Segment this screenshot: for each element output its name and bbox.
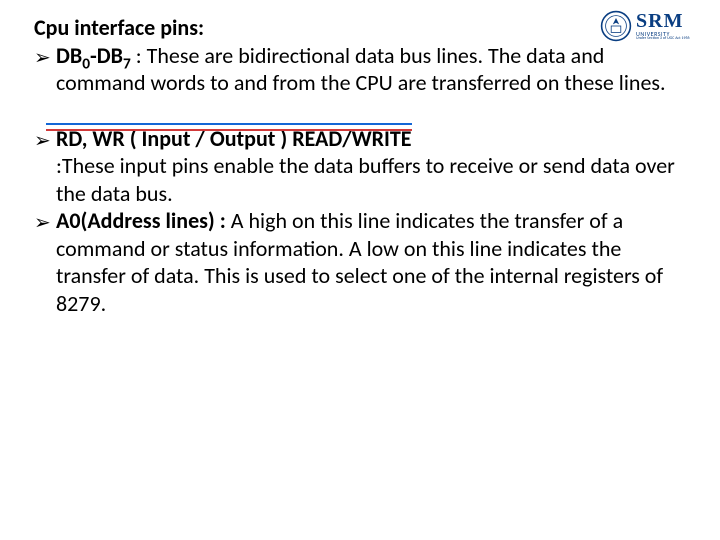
slide: SRM UNIVERSITY Under Section 3 of UGC Ac… bbox=[0, 0, 720, 540]
bullet-arrow-icon bbox=[34, 125, 56, 208]
bullet-rdwr: RD, WR ( Input / Output ) READ/WRITE :Th… bbox=[34, 125, 690, 208]
db-label: DB0-DB7 bbox=[56, 42, 136, 69]
bullet-db-body: DB0-DB7 : These are bidirectional data b… bbox=[56, 42, 690, 97]
rdwr-text: :These input pins enable the data buffer… bbox=[56, 152, 675, 207]
a0-label: A0(Address lines) : bbox=[56, 207, 231, 234]
bullet-arrow-icon bbox=[34, 207, 56, 317]
bullet-db: DB0-DB7 : These are bidirectional data b… bbox=[34, 42, 690, 97]
logo-tagline: Under Section 3 of UGC Act 1956 bbox=[636, 37, 690, 41]
university-seal-icon bbox=[600, 10, 632, 42]
slide-heading: Cpu interface pins: bbox=[34, 14, 690, 42]
bullet-a0-body: A0(Address lines) : A high on this line … bbox=[56, 207, 690, 317]
spacer bbox=[34, 97, 690, 125]
bullet-a0: A0(Address lines) : A high on this line … bbox=[34, 207, 690, 317]
slide-content: Cpu interface pins: DB0-DB7 : These are … bbox=[34, 14, 690, 317]
rdwr-label: RD, WR ( Input / Output ) READ/WRITE bbox=[56, 125, 412, 152]
rdwr-overline: RD, WR ( Input / Output ) READ/WRITE bbox=[56, 125, 412, 153]
logo-text: SRM UNIVERSITY Under Section 3 of UGC Ac… bbox=[636, 11, 690, 41]
db-text: These are bidirectional data bus lines. … bbox=[56, 42, 666, 97]
logo-srm: SRM bbox=[636, 11, 690, 31]
bullet-rdwr-body: RD, WR ( Input / Output ) READ/WRITE :Th… bbox=[56, 125, 690, 208]
bullet-arrow-icon bbox=[34, 42, 56, 97]
srm-logo: SRM UNIVERSITY Under Section 3 of UGC Ac… bbox=[600, 6, 710, 46]
